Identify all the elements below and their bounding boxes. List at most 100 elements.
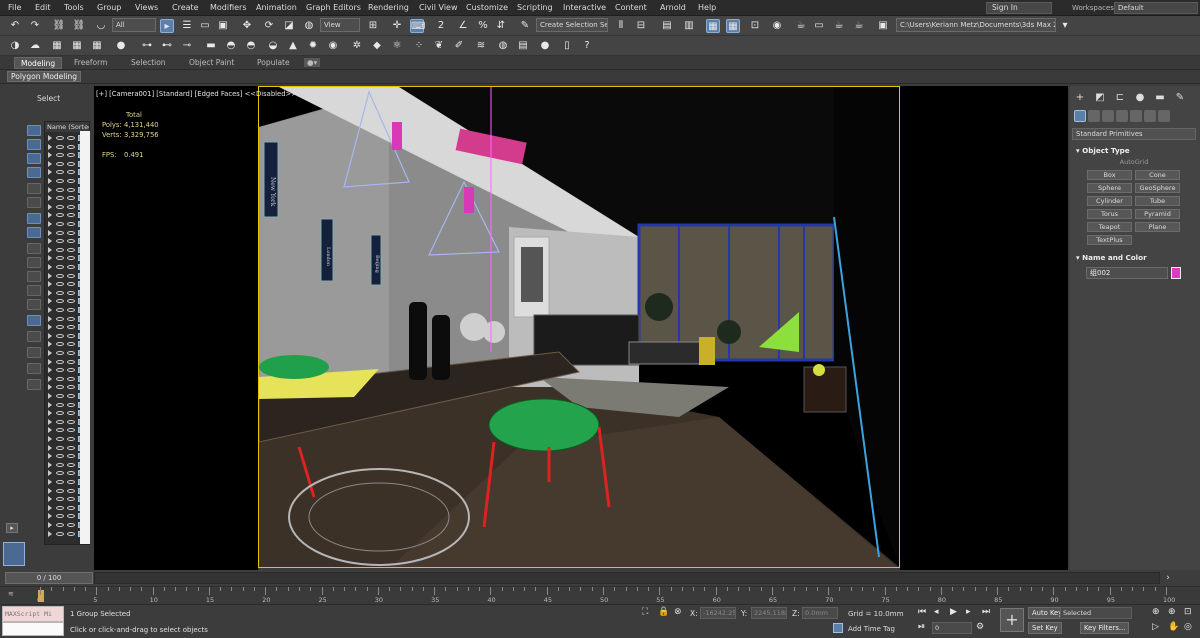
track-bar[interactable]: ≋ 0 5 10 15 20 25 30 35 40 45 50 55 60 65 70 75 80 85 90 95… xyxy=(0,586,1200,604)
move-icon[interactable]: ✥ xyxy=(240,19,254,33)
select-object-icon[interactable]: ▸ xyxy=(160,19,174,33)
render-eye-icon[interactable] xyxy=(67,514,75,519)
filter-lights-icon[interactable] xyxy=(27,153,41,164)
expand-triangle-icon[interactable] xyxy=(48,393,52,399)
sort-toggle-icon[interactable] xyxy=(3,542,25,566)
expand-triangle-icon[interactable] xyxy=(48,221,52,227)
z-coordinate-field[interactable]: 0.0mm xyxy=(802,607,838,619)
tab-freeform[interactable]: Freeform xyxy=(74,58,107,67)
render-production-icon[interactable]: ☕ xyxy=(832,19,846,33)
menu-edit[interactable]: Edit xyxy=(35,3,51,12)
visibility-eye-icon[interactable] xyxy=(56,531,64,536)
menu-file[interactable]: File xyxy=(8,3,21,12)
menu-animation[interactable]: Animation xyxy=(256,3,297,12)
rect-light-icon[interactable]: ▬ xyxy=(204,39,218,53)
expand-triangle-icon[interactable] xyxy=(48,461,52,468)
filter-xrefs-icon[interactable] xyxy=(27,227,41,238)
visibility-eye-icon[interactable] xyxy=(56,394,64,398)
y-coordinate-field[interactable]: 2245.118m xyxy=(751,607,787,619)
expand-triangle-icon[interactable] xyxy=(48,324,52,331)
render-eye-icon[interactable] xyxy=(67,316,75,321)
visibility-eye-icon[interactable] xyxy=(56,247,64,252)
named-sets-icon[interactable]: ✎ xyxy=(518,19,532,33)
visibility-eye-icon[interactable] xyxy=(56,402,64,407)
expand-triangle-icon[interactable] xyxy=(48,203,52,210)
dome-light-icon[interactable]: ◓ xyxy=(224,39,238,53)
keyboard-shortcut-icon[interactable]: ⌨ xyxy=(410,19,425,33)
tool-c-icon[interactable]: ⊸ xyxy=(180,39,194,53)
render-eye-icon[interactable] xyxy=(67,505,75,510)
help-icon[interactable]: ? xyxy=(580,39,594,53)
render-eye-icon[interactable] xyxy=(67,196,75,201)
render-eye-icon[interactable] xyxy=(67,290,75,295)
filter-cameras-icon[interactable] xyxy=(27,167,41,178)
visibility-eye-icon[interactable] xyxy=(56,376,64,381)
window-crossing-icon[interactable]: ▣ xyxy=(216,19,230,33)
polygon-modeling-button[interactable]: Polygon Modeling xyxy=(7,71,81,82)
render-eye-icon[interactable] xyxy=(67,428,75,433)
visibility-eye-icon[interactable] xyxy=(56,299,64,304)
visibility-eye-icon[interactable] xyxy=(56,308,64,312)
visibility-eye-icon[interactable] xyxy=(56,161,64,166)
cameras-category-icon[interactable] xyxy=(1116,110,1128,122)
visibility-eye-icon[interactable] xyxy=(56,523,64,527)
manipulate-icon[interactable]: ✛ xyxy=(390,19,404,33)
visibility-eye-icon[interactable] xyxy=(56,385,64,390)
material-editor-icon[interactable]: ◉ xyxy=(770,19,784,33)
expand-triangle-icon[interactable] xyxy=(48,264,52,270)
visibility-eye-icon[interactable] xyxy=(56,325,64,330)
filter-shapes-icon[interactable] xyxy=(27,139,41,150)
selection-lock-icon[interactable]: 🔒 xyxy=(658,607,669,617)
viewport-icon[interactable]: ▦ xyxy=(90,39,104,53)
select-by-name-icon[interactable]: ☰ xyxy=(180,19,194,33)
scatter-icon[interactable]: ⚛ xyxy=(390,39,404,53)
bind-spacewarp-icon[interactable]: ◡ xyxy=(94,19,108,33)
visibility-eye-icon[interactable] xyxy=(56,368,64,373)
dots-icon[interactable]: ⁘ xyxy=(412,39,426,53)
shapes-category-icon[interactable] xyxy=(1088,110,1100,122)
render-cloud-icon[interactable]: ▣ xyxy=(876,19,890,33)
visibility-eye-icon[interactable] xyxy=(56,290,64,295)
render-eye-icon[interactable] xyxy=(67,299,75,304)
visibility-eye-icon[interactable] xyxy=(56,213,64,218)
visibility-eye-icon[interactable] xyxy=(56,204,64,209)
expand-triangle-icon[interactable] xyxy=(48,444,52,451)
expand-triangle-icon[interactable] xyxy=(48,195,52,202)
set-key-button[interactable]: Set Key xyxy=(1028,622,1062,634)
render-eye-icon[interactable] xyxy=(67,187,75,192)
expand-triangle-icon[interactable] xyxy=(48,418,52,425)
render-eye-icon[interactable] xyxy=(67,222,75,226)
visibility-eye-icon[interactable] xyxy=(56,256,64,261)
render-eye-icon[interactable] xyxy=(67,239,75,244)
expand-triangle-icon[interactable] xyxy=(48,470,52,477)
object-type-button-tube[interactable]: Tube xyxy=(1135,196,1180,206)
filter-invert-icon[interactable] xyxy=(27,331,41,342)
layer-explorer-icon[interactable]: ▥ xyxy=(682,19,696,33)
expand-triangle-icon[interactable] xyxy=(48,178,52,184)
render-eye-icon[interactable] xyxy=(67,351,75,355)
visibility-eye-icon[interactable] xyxy=(56,153,64,158)
expand-triangle-icon[interactable] xyxy=(48,212,52,219)
expand-triangle-icon[interactable] xyxy=(48,169,52,176)
time-tag-icon[interactable] xyxy=(833,623,843,633)
render-eye-icon[interactable] xyxy=(67,376,75,381)
menu-rendering[interactable]: Rendering xyxy=(368,3,409,12)
expand-triangle-icon[interactable] xyxy=(48,401,52,408)
visibility-eye-icon[interactable] xyxy=(56,359,64,364)
tab-modeling[interactable]: Modeling xyxy=(14,57,63,69)
visibility-eye-icon[interactable] xyxy=(56,273,64,278)
nav-pan-icon[interactable]: ✋ xyxy=(1168,622,1179,632)
render-eye-icon[interactable] xyxy=(67,462,75,467)
menu-content[interactable]: Content xyxy=(615,3,647,12)
lights-category-icon[interactable] xyxy=(1102,110,1114,122)
named-selection-sets-dropdown[interactable]: Create Selection Se xyxy=(536,18,608,32)
render-eye-icon[interactable] xyxy=(67,480,75,484)
expand-triangle-icon[interactable] xyxy=(48,272,52,279)
display-tab-icon[interactable]: ▬ xyxy=(1154,92,1166,104)
render-eye-icon[interactable] xyxy=(67,179,75,183)
visibility-eye-icon[interactable] xyxy=(56,462,64,467)
sphere-blue-icon[interactable]: ● xyxy=(538,39,552,53)
tool-b-icon[interactable]: ⊷ xyxy=(160,39,174,53)
expand-triangle-icon[interactable] xyxy=(48,307,52,313)
render-eye-icon[interactable] xyxy=(67,454,75,459)
